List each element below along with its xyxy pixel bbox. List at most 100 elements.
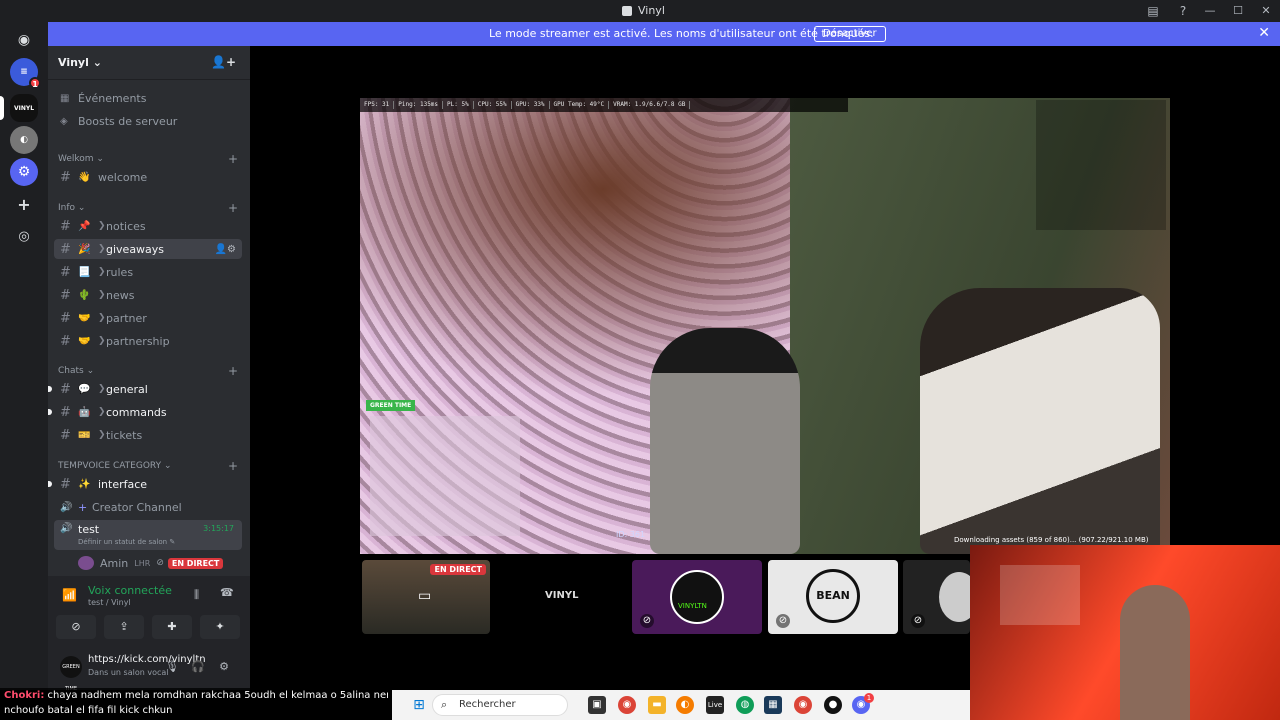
channel-general[interactable]: # 💬 ❯ general: [54, 379, 242, 399]
inbox-icon[interactable]: ▤: [1146, 4, 1160, 18]
channel-partner[interactable]: # 🤝 ❯ partner: [54, 308, 242, 328]
chrome-icon[interactable]: ◉: [618, 696, 636, 714]
add-server-icon[interactable]: +: [10, 190, 38, 218]
settings-gear-icon[interactable]: ⚙: [216, 660, 232, 676]
hash-icon: #: [60, 218, 71, 234]
participant-tile-vinyl[interactable]: VINYL: [497, 560, 625, 634]
channel-giveaways[interactable]: # 🎉 ❯ giveaways 👤⚙: [54, 239, 242, 259]
voice-location[interactable]: test / Vinyl: [88, 598, 131, 607]
screen-share-button[interactable]: ⇪: [104, 615, 144, 639]
channel-partnership[interactable]: # 🤝 ❯ partnership: [54, 331, 242, 351]
stream-thumbnail[interactable]: EN DIRECT ▭: [362, 560, 490, 634]
chevron-right-icon: ❯: [98, 313, 106, 323]
signal-icon[interactable]: 📶: [62, 588, 77, 602]
effects-button[interactable]: ✦: [200, 615, 240, 639]
server-icon-bot[interactable]: ⚙: [10, 158, 38, 186]
minimize-button[interactable]: —: [1196, 0, 1224, 22]
add-channel-icon[interactable]: +: [228, 201, 238, 215]
hash-icon: #: [60, 476, 71, 492]
channel-label: tickets: [106, 428, 143, 442]
microphone-icon[interactable]: 🎙: [164, 660, 180, 676]
participant-tile-bean[interactable]: BEAN ⊘: [768, 560, 898, 634]
channel-interface[interactable]: # ✨ interface: [54, 474, 242, 494]
banner-close-icon[interactable]: ✕: [1258, 25, 1270, 41]
discover-icon[interactable]: ◎: [10, 222, 38, 250]
chevron-right-icon: ❯: [98, 430, 106, 440]
live-app-icon[interactable]: Live: [706, 696, 724, 714]
close-button[interactable]: ✕: [1252, 0, 1280, 22]
taskbar-search[interactable]: ⌕ Rechercher: [432, 694, 568, 716]
edge-icon[interactable]: ◍: [736, 696, 754, 714]
voice-status[interactable]: Voix connectée: [88, 584, 172, 597]
chevron-right-icon: ❯: [98, 221, 106, 231]
add-channel-icon[interactable]: +: [228, 364, 238, 378]
channel-rules[interactable]: # 📃 ❯ rules: [54, 262, 242, 282]
task-view-icon[interactable]: ▣: [588, 696, 606, 714]
participant-tile-vinyltn[interactable]: VINYLTN ⊘: [632, 560, 762, 634]
activities-button[interactable]: ✚: [152, 615, 192, 639]
chevron-right-icon: ❯: [98, 267, 106, 277]
voice-panel: 📶 Voix connectée test / Vinyl ⫼ ☎ ⊘ ⇪ ✚ …: [48, 576, 250, 690]
speaker-icon: 🔊: [60, 523, 73, 534]
window-title-text: Vinyl: [638, 4, 665, 17]
channel-welcome[interactable]: # 👋 welcome: [54, 167, 242, 187]
headphones-icon[interactable]: 🎧: [190, 660, 206, 676]
add-channel-icon[interactable]: +: [228, 459, 238, 473]
guild-header[interactable]: Vinyl ⌄ 👤+: [48, 46, 250, 80]
channel-label: Creator Channel: [92, 500, 182, 514]
channel-label: partner: [106, 311, 147, 325]
category-chats[interactable]: Chats ⌄ +: [58, 364, 238, 378]
channel-notices[interactable]: # 📌 ❯ notices: [54, 216, 242, 236]
category-info[interactable]: Info ⌄ +: [58, 201, 238, 215]
category-welkom[interactable]: Welkom ⌄ +: [58, 152, 238, 166]
stream-view[interactable]: FPS: 31 Ping: 135ms PL: 5% CPU: 55% GPU:…: [360, 98, 1170, 554]
channel-label: notices: [106, 219, 146, 233]
server-icon-vinyl[interactable]: VINYL: [10, 94, 38, 122]
channel-label: commands: [106, 405, 167, 419]
file-explorer-icon[interactable]: ▬: [648, 696, 666, 714]
maximize-button[interactable]: ☐: [1224, 0, 1252, 22]
webcam-person: [1120, 585, 1190, 720]
chevron-right-icon: ❯: [98, 336, 106, 346]
events-item[interactable]: ▦ Événements: [54, 88, 242, 108]
muted-icon: ⊘: [911, 614, 925, 628]
user-name[interactable]: https://kick.com/vinyltn: [88, 654, 206, 665]
obs-icon[interactable]: ●: [824, 696, 842, 714]
participant-tile-partial[interactable]: ⊘: [903, 560, 970, 634]
boost-icon: ◈: [60, 115, 68, 127]
soundboard-icon[interactable]: ⫼: [194, 588, 199, 602]
category-tempvoice[interactable]: TEMPVOICE CATEGORY ⌄ +: [58, 459, 238, 473]
user-avatar[interactable]: GREEN TIME: [60, 656, 82, 690]
server-icon-avatar[interactable]: ◐: [10, 126, 38, 154]
live-badge: EN DIRECT: [430, 564, 486, 575]
voice-channel-test[interactable]: 🔊 test 3:15:17 Définir un statut de salo…: [54, 520, 242, 550]
chrome-profile-icon[interactable]: ◉: [794, 696, 812, 714]
channel-emoji: ✨: [78, 478, 91, 490]
disconnect-icon[interactable]: ☎: [220, 586, 234, 599]
voice-member[interactable]: Amin LHR ⊘ EN DIRECT: [54, 553, 242, 573]
invite-icon[interactable]: 👤+: [211, 55, 236, 69]
selected-server-pill: [0, 96, 4, 120]
server-icon-stack[interactable]: ≡ 1: [10, 58, 41, 89]
direct-messages-icon[interactable]: ◉: [10, 26, 38, 54]
server-rail: ◉ ≡ 1 VINYL ◐ ⚙ + ◎: [0, 22, 48, 690]
events-label: Événements: [78, 91, 147, 105]
channel-commands[interactable]: # 🤖 ❯ commands: [54, 402, 242, 422]
disable-streamer-button[interactable]: Désactiver: [814, 26, 886, 42]
settings-icon[interactable]: 👤⚙: [215, 244, 236, 255]
browser-icon[interactable]: ◐: [676, 696, 694, 714]
windows-start-icon[interactable]: ⊞: [410, 696, 428, 714]
channel-news[interactable]: # 🌵 ❯ news: [54, 285, 242, 305]
channel-creator[interactable]: 🔊 + Creator Channel: [54, 497, 242, 517]
photos-icon[interactable]: ▦: [764, 696, 782, 714]
camera-off-button[interactable]: ⊘: [56, 615, 96, 639]
channel-tickets[interactable]: # 🎫 ❯ tickets: [54, 425, 242, 445]
add-channel-icon[interactable]: +: [228, 152, 238, 166]
boosts-item[interactable]: ◈ Boosts de serveur: [54, 111, 242, 131]
muted-icon: ⊘: [640, 614, 654, 628]
category-info-label: Info ⌄: [58, 203, 86, 213]
help-icon[interactable]: ?: [1176, 4, 1190, 18]
set-status-link[interactable]: Définir un statut de salon ✎: [78, 538, 175, 546]
channel-label: news: [106, 288, 135, 302]
bean-logo: BEAN: [806, 569, 860, 623]
